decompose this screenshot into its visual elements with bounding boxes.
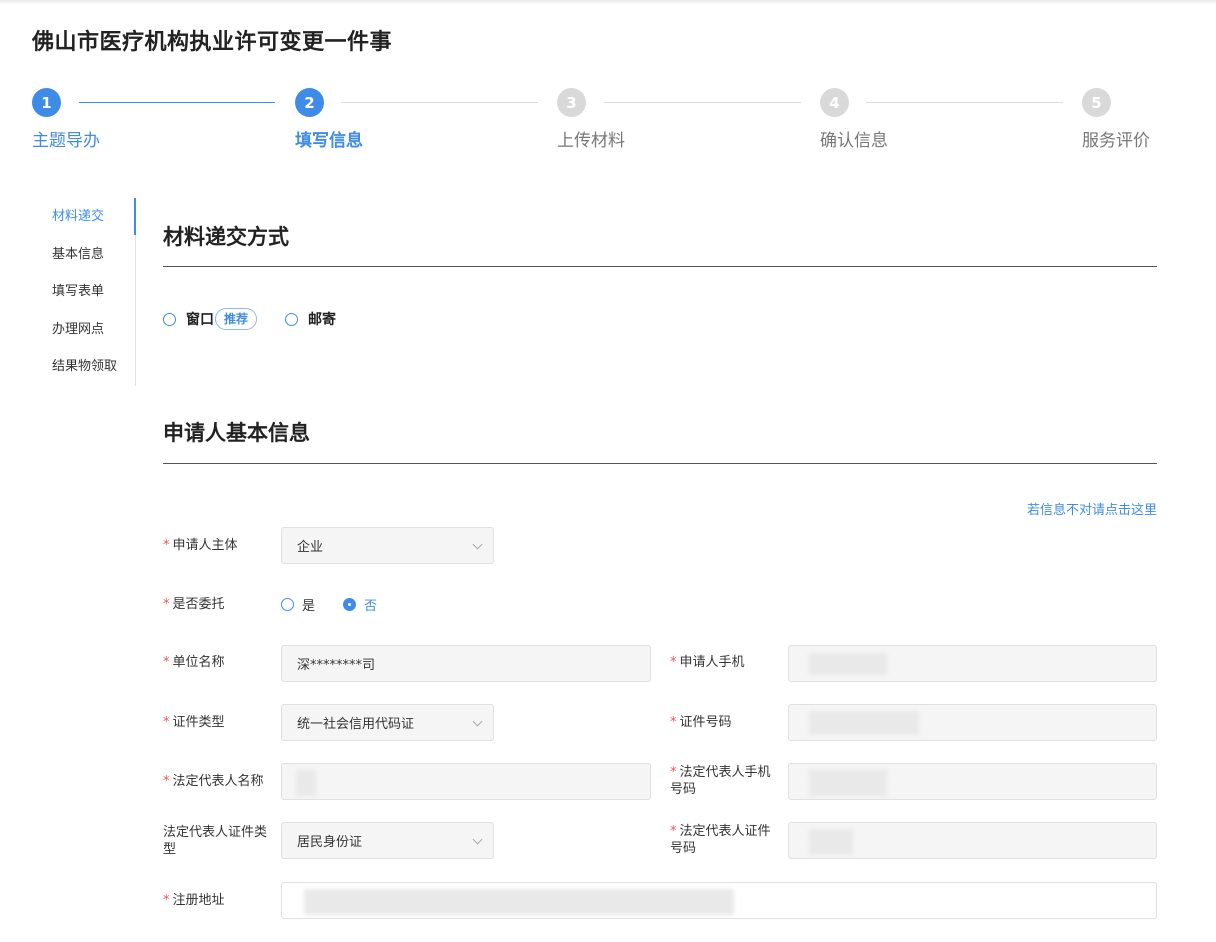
step-connector-2 bbox=[341, 102, 538, 103]
step-4[interactable]: 4 确认信息 bbox=[820, 88, 888, 151]
field-label-cert-no: * 证件号码 bbox=[670, 715, 732, 730]
redacted-value bbox=[809, 770, 887, 796]
step-label: 上传材料 bbox=[557, 131, 625, 151]
field-label-legal-phone: * 法定代表人手机 号码 bbox=[670, 765, 771, 797]
required-mark: * bbox=[163, 655, 170, 670]
field-label-legal-cert-type: 法定代表人证件类型 bbox=[163, 825, 268, 857]
sidebar-item-materials[interactable]: 材料递交 bbox=[40, 198, 136, 236]
step-label: 服务评价 bbox=[1082, 131, 1150, 151]
phone-field[interactable] bbox=[788, 645, 1157, 682]
chevron-down-icon bbox=[472, 539, 483, 550]
field-label-unit-name: * 单位名称 bbox=[163, 655, 225, 670]
legal-cert-no-field[interactable] bbox=[788, 822, 1157, 859]
field-label-legal-name: * 法定代表人名称 bbox=[163, 774, 264, 789]
step-label: 主题导办 bbox=[32, 131, 100, 151]
delivery-option-window[interactable]: 窗口 推荐 bbox=[163, 308, 258, 330]
step-3[interactable]: 3 上传材料 bbox=[557, 88, 625, 151]
page-title: 佛山市医疗机构执业许可变更一件事 bbox=[32, 30, 393, 55]
step-2[interactable]: 2 填写信息 bbox=[295, 88, 363, 151]
progress-stepper: 1 主题导办 2 填写信息 3 上传材料 4 确认信息 5 服务评价 bbox=[32, 88, 1172, 158]
chevron-down-icon bbox=[472, 716, 483, 727]
legal-cert-type-select[interactable]: 居民身份证 bbox=[281, 822, 494, 859]
required-mark: * bbox=[670, 715, 677, 730]
entrust-option-yes[interactable]: 是 bbox=[281, 595, 315, 614]
cert-no-field[interactable] bbox=[788, 704, 1157, 741]
delivery-method-group: 窗口 推荐 邮寄 bbox=[163, 306, 336, 332]
field-label-cert-type: * 证件类型 bbox=[163, 715, 225, 730]
required-mark: * bbox=[163, 715, 170, 730]
entrust-option-no[interactable]: 否 bbox=[343, 595, 377, 614]
required-mark: * bbox=[163, 538, 170, 553]
redacted-value bbox=[809, 829, 853, 855]
cert-type-select[interactable]: 统一社会信用代码证 bbox=[281, 704, 494, 741]
field-label-subject: * 申请人主体 bbox=[163, 538, 238, 553]
required-mark: * bbox=[163, 774, 170, 789]
subject-select[interactable]: 企业 bbox=[281, 527, 494, 564]
required-mark: * bbox=[670, 655, 677, 670]
recommend-badge: 推荐 bbox=[215, 308, 258, 330]
step-number: 3 bbox=[557, 88, 586, 117]
step-5[interactable]: 5 服务评价 bbox=[1082, 88, 1150, 151]
radio-button[interactable] bbox=[281, 598, 294, 611]
info-correction-link[interactable]: 若信息不对请点击这里 bbox=[1027, 499, 1157, 518]
field-label-reg-address: * 注册地址 bbox=[163, 893, 225, 908]
top-shadow bbox=[0, 0, 1216, 4]
step-number: 1 bbox=[32, 88, 61, 117]
section-divider bbox=[163, 463, 1157, 464]
select-value: 居民身份证 bbox=[297, 835, 363, 850]
unit-name-field[interactable]: 深********司 bbox=[281, 645, 651, 682]
step-number: 4 bbox=[820, 88, 849, 117]
radio-button[interactable] bbox=[285, 312, 299, 326]
step-1[interactable]: 1 主题导办 bbox=[32, 88, 100, 151]
option-label: 是 bbox=[302, 599, 316, 614]
sidebar-item-basic-info[interactable]: 基本信息 bbox=[40, 236, 135, 274]
entrust-radio-group: 是 否 bbox=[281, 595, 405, 614]
section-divider bbox=[163, 266, 1157, 267]
chevron-down-icon bbox=[472, 834, 483, 845]
field-value: 深********司 bbox=[297, 658, 376, 673]
step-number: 2 bbox=[295, 88, 324, 117]
select-value: 统一社会信用代码证 bbox=[297, 717, 415, 732]
step-connector-3 bbox=[604, 102, 801, 103]
sidebar-item-service-point[interactable]: 办理网点 bbox=[40, 311, 135, 349]
legal-name-field[interactable] bbox=[281, 763, 651, 800]
sidebar-item-form[interactable]: 填写表单 bbox=[40, 273, 135, 311]
redacted-value bbox=[304, 889, 734, 915]
section-title-applicant: 申请人基本信息 bbox=[163, 421, 310, 445]
radio-button[interactable] bbox=[343, 598, 357, 611]
select-value: 企业 bbox=[297, 540, 324, 555]
step-label: 确认信息 bbox=[820, 131, 888, 151]
delivery-option-mail[interactable]: 邮寄 bbox=[285, 309, 336, 329]
field-label-legal-cert-no: * 法定代表人证件 号码 bbox=[670, 824, 771, 856]
sidebar-item-result-pickup[interactable]: 结果物领取 bbox=[40, 348, 135, 386]
radio-button[interactable] bbox=[163, 312, 176, 326]
field-label-phone: * 申请人手机 bbox=[670, 655, 745, 670]
step-label: 填写信息 bbox=[295, 131, 363, 151]
step-number: 5 bbox=[1082, 88, 1111, 117]
redacted-value bbox=[809, 711, 919, 735]
step-connector-4 bbox=[866, 102, 1063, 103]
field-label-entrust: * 是否委托 bbox=[163, 597, 225, 612]
option-label: 否 bbox=[364, 599, 378, 614]
required-mark: * bbox=[670, 824, 677, 839]
required-mark: * bbox=[163, 597, 170, 612]
option-label: 邮寄 bbox=[308, 312, 337, 328]
required-mark: * bbox=[163, 893, 170, 908]
section-title-delivery: 材料递交方式 bbox=[163, 225, 289, 249]
redacted-value bbox=[296, 770, 316, 796]
legal-phone-field[interactable] bbox=[788, 763, 1157, 800]
redacted-value bbox=[809, 653, 887, 675]
step-connector-1 bbox=[79, 102, 275, 103]
required-mark: * bbox=[670, 765, 677, 780]
option-label: 窗口 bbox=[186, 312, 214, 328]
section-sidebar: 材料递交 基本信息 填写表单 办理网点 结果物领取 bbox=[40, 198, 136, 386]
reg-address-field[interactable] bbox=[281, 882, 1157, 919]
